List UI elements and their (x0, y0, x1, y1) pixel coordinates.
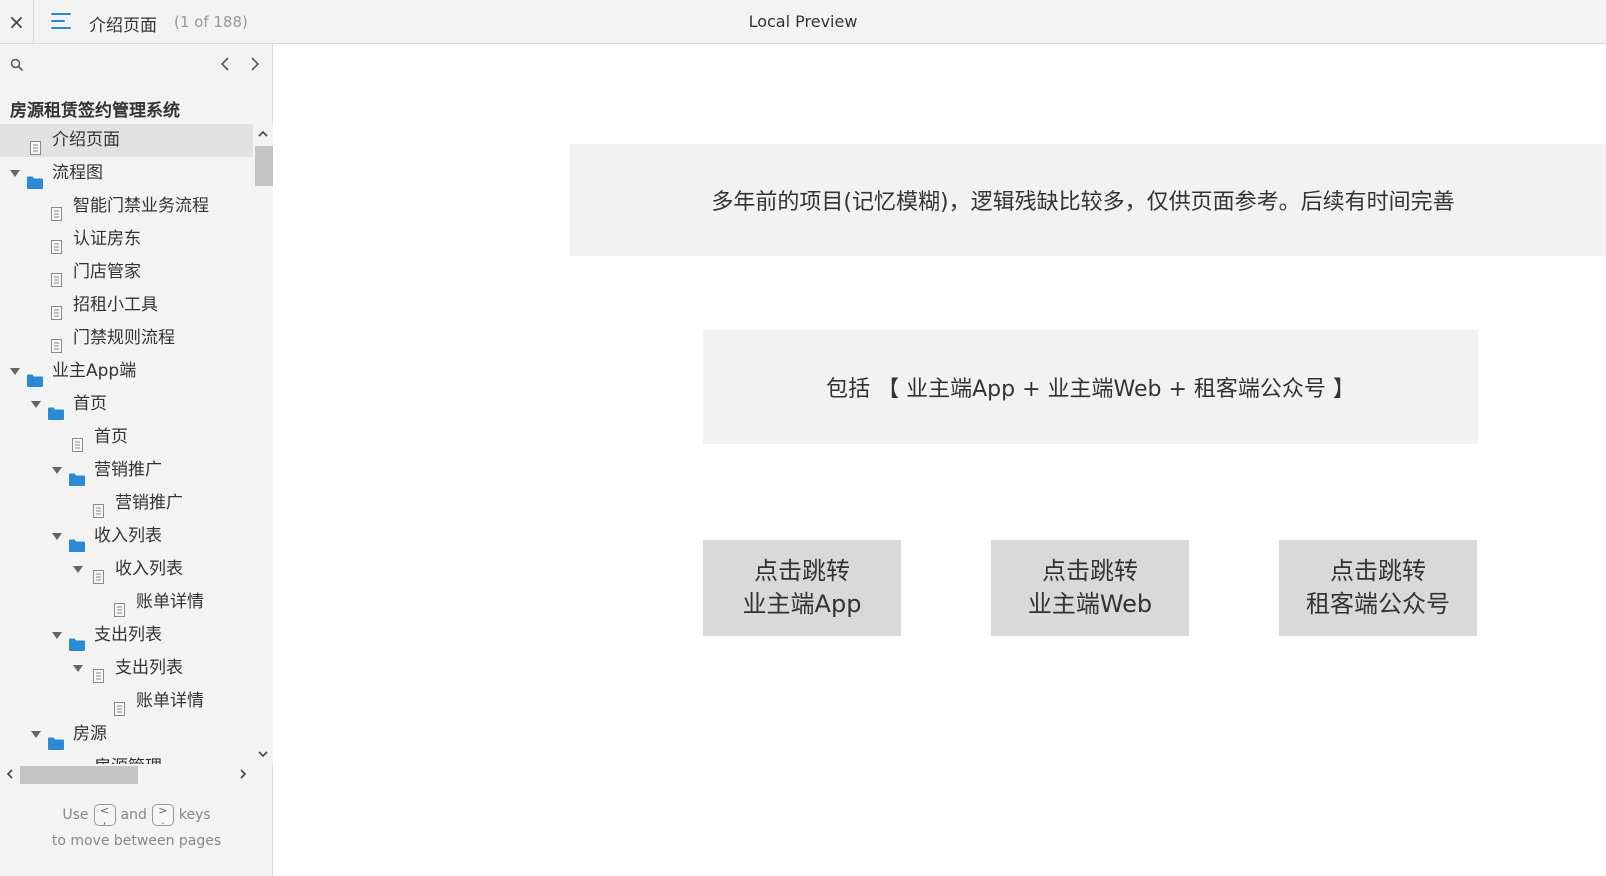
hint-keys: keys (178, 807, 211, 823)
hint-use: Use (62, 807, 89, 823)
tree-item-label: 营销推广 (115, 493, 183, 513)
chevron-left-icon[interactable] (4, 768, 16, 780)
tree-item-label: 智能门禁业务流程 (73, 196, 209, 216)
search-icon[interactable] (10, 58, 24, 72)
tree-folder[interactable]: 房源 (0, 718, 253, 751)
tree-page[interactable]: 支出列表 (0, 652, 253, 685)
button-line1: 点击跳转 (754, 557, 850, 585)
vertical-scrollbar[interactable] (253, 124, 273, 764)
hint-and: and (120, 807, 147, 823)
tree-item-label: 门店管家 (73, 262, 141, 282)
tree-item-label: 招租小工具 (73, 295, 158, 315)
tree-item-label: 首页 (73, 394, 107, 414)
tree-folder[interactable]: 房源管理 (0, 751, 253, 764)
triangle-down-icon[interactable] (73, 566, 83, 573)
tree-page[interactable]: 首页 (0, 421, 253, 454)
tree-item-label: 房源管理 (94, 751, 162, 764)
project-title: 房源租赁签约管理系统 (10, 101, 180, 121)
notice-panel: 多年前的项目(记忆模糊)，逻辑残缺比较多，仅供页面参考。后续有时间完善 (570, 144, 1606, 256)
tree-folder[interactable]: 收入列表 (0, 520, 253, 553)
button-line2: 业主端Web (1027, 590, 1153, 618)
button-line1: 点击跳转 (1042, 557, 1138, 585)
tree-item-label: 支出列表 (115, 658, 183, 678)
tree-item-label: 账单详情 (136, 691, 204, 711)
jump-owner-app-button[interactable]: 点击跳转 业主端App (703, 540, 901, 636)
tree-folder[interactable]: 流程图 (0, 157, 253, 190)
chevron-right-icon[interactable] (237, 768, 249, 780)
tree-page[interactable]: 门店管家 (0, 256, 253, 289)
tree-item-label: 账单详情 (136, 592, 204, 612)
tree-page[interactable]: 门禁规则流程 (0, 322, 253, 355)
sidebar: 房源租赁签约管理系统 介绍页面流程图智能门禁业务流程 认证房东门店管家招租小工具门… (0, 44, 273, 876)
button-line1: 点击跳转 (1330, 557, 1426, 585)
tree-item-label: 门禁规则流程 (73, 328, 175, 348)
keyboard-hint: Use <, and >. keys to move between pages (0, 801, 273, 849)
horizontal-scrollbar[interactable] (0, 764, 253, 784)
tree-item-label: 收入列表 (94, 526, 162, 546)
tree-page[interactable]: 认证房东 (0, 223, 253, 256)
tree-folder[interactable]: 支出列表 (0, 619, 253, 652)
tree-page[interactable]: 账单详情 (0, 586, 253, 619)
chevron-left-icon[interactable] (216, 54, 236, 74)
hint-line2: to move between pages (51, 833, 222, 849)
tree-folder[interactable]: 首页 (0, 388, 253, 421)
tree-item-label: 业主App端 (52, 361, 137, 381)
tree-item-label: 营销推广 (94, 460, 162, 480)
tree-page[interactable]: 营销推广 (0, 487, 253, 520)
page-canvas: 多年前的项目(记忆模糊)，逻辑残缺比较多，仅供页面参考。后续有时间完善 包括 【… (273, 44, 1606, 876)
include-panel: 包括 【 业主端App + 业主端Web + 租客端公众号 】 (703, 330, 1478, 444)
page-tree: 介绍页面流程图智能门禁业务流程 认证房东门店管家招租小工具门禁规则流程业主App端… (0, 124, 253, 764)
chevron-right-icon[interactable] (244, 54, 264, 74)
triangle-down-icon[interactable] (31, 731, 41, 738)
jump-tenant-wechat-button[interactable]: 点击跳转 租客端公众号 (1279, 540, 1477, 636)
tree-item-label: 支出列表 (94, 625, 162, 645)
tree-item-label: 首页 (94, 427, 128, 447)
tree-page[interactable]: 智能门禁业务流程 (0, 190, 253, 223)
button-line2: 业主端App (742, 590, 862, 618)
chevron-up-icon[interactable] (257, 128, 269, 140)
triangle-down-icon[interactable] (10, 368, 20, 375)
tree-page[interactable]: 介绍页面 (0, 124, 253, 157)
triangle-down-icon[interactable] (52, 467, 62, 474)
horizontal-scroll-thumb[interactable] (20, 766, 138, 784)
button-line2: 租客端公众号 (1306, 590, 1450, 618)
tree-item-label: 房源 (73, 724, 107, 744)
include-text: 包括 【 业主端App + 业主端Web + 租客端公众号 】 (826, 377, 1355, 402)
tree-folder[interactable]: 业主App端 (0, 355, 253, 388)
prev-key-icon: <, (93, 804, 116, 826)
top-bar: × 介绍页面 (1 of 188) Local Preview (0, 0, 1606, 44)
tree-page[interactable]: 账单详情 (0, 685, 253, 718)
triangle-down-icon[interactable] (31, 401, 41, 408)
triangle-down-icon[interactable] (52, 632, 62, 639)
next-key-icon: >. (151, 804, 174, 826)
tree-item-label: 介绍页面 (52, 130, 120, 150)
jump-owner-web-button[interactable]: 点击跳转 业主端Web (991, 540, 1189, 636)
tree-page[interactable]: 招租小工具 (0, 289, 253, 322)
triangle-down-icon[interactable] (10, 170, 20, 177)
app-title: Local Preview (748, 12, 858, 31)
tree-page[interactable]: 收入列表 (0, 553, 253, 586)
triangle-down-icon[interactable] (52, 533, 62, 540)
vertical-scroll-thumb[interactable] (255, 146, 273, 186)
tree-folder[interactable]: 营销推广 (0, 454, 253, 487)
notice-text: 多年前的项目(记忆模糊)，逻辑残缺比较多，仅供页面参考。后续有时间完善 (711, 190, 1455, 215)
chevron-down-icon[interactable] (257, 748, 269, 760)
tree-item-label: 认证房东 (73, 229, 141, 249)
tree-item-label: 流程图 (52, 163, 103, 183)
tree-item-label: 收入列表 (115, 559, 183, 579)
triangle-down-icon[interactable] (73, 665, 83, 672)
